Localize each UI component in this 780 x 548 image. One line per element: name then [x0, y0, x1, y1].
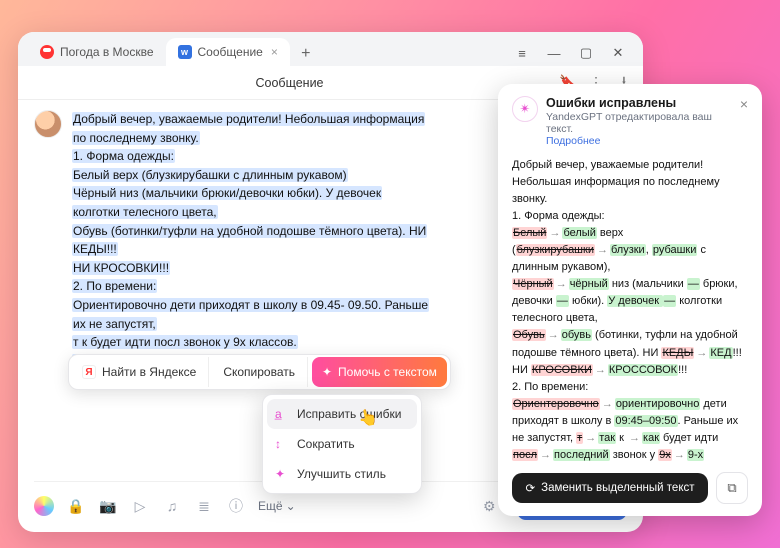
tab-label: Погода в Москве: [60, 45, 154, 59]
panel-body: Добрый вечер, уважаемые родители! Неболь…: [512, 157, 748, 464]
tab-close-icon[interactable]: ×: [271, 45, 278, 59]
hamburger-menu-button[interactable]: ≡: [509, 40, 535, 66]
shorten-item[interactable]: ↕ Сократить: [267, 429, 417, 459]
new-tab-button[interactable]: +: [294, 42, 318, 66]
more-button[interactable]: Ещё ⌄: [258, 499, 296, 513]
video-icon[interactable]: ▷: [130, 496, 150, 516]
chevron-down-icon: ⌄: [286, 499, 296, 513]
collapse-icon: ↕: [275, 437, 289, 451]
underline-a-icon: a̲: [275, 407, 289, 421]
help-text-menu: a̲ Исправить ошибки ↕ Сократить ✦ Улучши…: [262, 394, 422, 494]
fix-errors-item[interactable]: a̲ Исправить ошибки: [267, 399, 417, 429]
search-yandex-button[interactable]: Я Найти в Яндексе: [72, 357, 209, 387]
avatar: [34, 110, 62, 138]
vk-favicon-icon: w: [178, 45, 192, 59]
sparkle-icon: ✦: [322, 365, 332, 379]
panel-title: Ошибки исправлены: [546, 96, 732, 110]
tab-message[interactable]: w Сообщение ×: [166, 38, 290, 66]
maximize-button[interactable]: ▢: [573, 40, 599, 66]
panel-footer: ⟳ Заменить выделенный текст ⧉: [512, 464, 748, 504]
window-controls: ≡ — ▢ ✕: [509, 40, 637, 66]
gear-icon[interactable]: ⚙: [479, 496, 499, 516]
tab-bar: Погода в Москве w Сообщение × + ≡ — ▢ ✕: [18, 32, 643, 66]
tab-weather[interactable]: Погода в Москве: [28, 38, 166, 66]
camera-icon[interactable]: 📷: [98, 496, 118, 516]
close-window-button[interactable]: ✕: [605, 40, 631, 66]
copy-result-button[interactable]: ⧉: [716, 472, 748, 504]
music-icon[interactable]: ♫: [162, 496, 182, 516]
sparkle-icon: ✦: [275, 467, 289, 481]
panel-header: ✴ Ошибки исправлены YandexGPT отредактир…: [512, 96, 748, 147]
yandex-logo-icon: Я: [82, 365, 96, 379]
lock-icon[interactable]: 🔒: [66, 496, 86, 516]
list-icon[interactable]: ≣: [194, 496, 214, 516]
minimize-button[interactable]: —: [541, 40, 567, 66]
ai-circle-icon[interactable]: [34, 496, 54, 516]
mention-icon[interactable]: ⓘ: [226, 496, 246, 516]
yandex-favicon-icon: [40, 45, 54, 59]
tab-label: Сообщение: [198, 45, 263, 59]
refresh-icon: ⟳: [525, 481, 535, 495]
selection-toolbar: Я Найти в Яндексе Скопировать ✦ Помочь с…: [68, 354, 451, 390]
copy-button[interactable]: Скопировать: [213, 357, 308, 387]
page-title: Сообщение: [255, 76, 323, 90]
help-with-text-button[interactable]: ✦ Помочь с текстом: [312, 357, 447, 387]
yandexgpt-logo-icon: ✴: [512, 96, 538, 122]
improve-style-item[interactable]: ✦ Улучшить стиль: [267, 459, 417, 489]
replace-text-button[interactable]: ⟳ Заменить выделенный текст: [512, 473, 708, 503]
panel-subtitle: YandexGPT отредактировала ваш текст.: [546, 111, 732, 135]
panel-more-link[interactable]: Подробнее: [546, 135, 732, 147]
panel-close-button[interactable]: ×: [740, 96, 748, 112]
corrections-panel: ✴ Ошибки исправлены YandexGPT отредактир…: [498, 84, 762, 516]
